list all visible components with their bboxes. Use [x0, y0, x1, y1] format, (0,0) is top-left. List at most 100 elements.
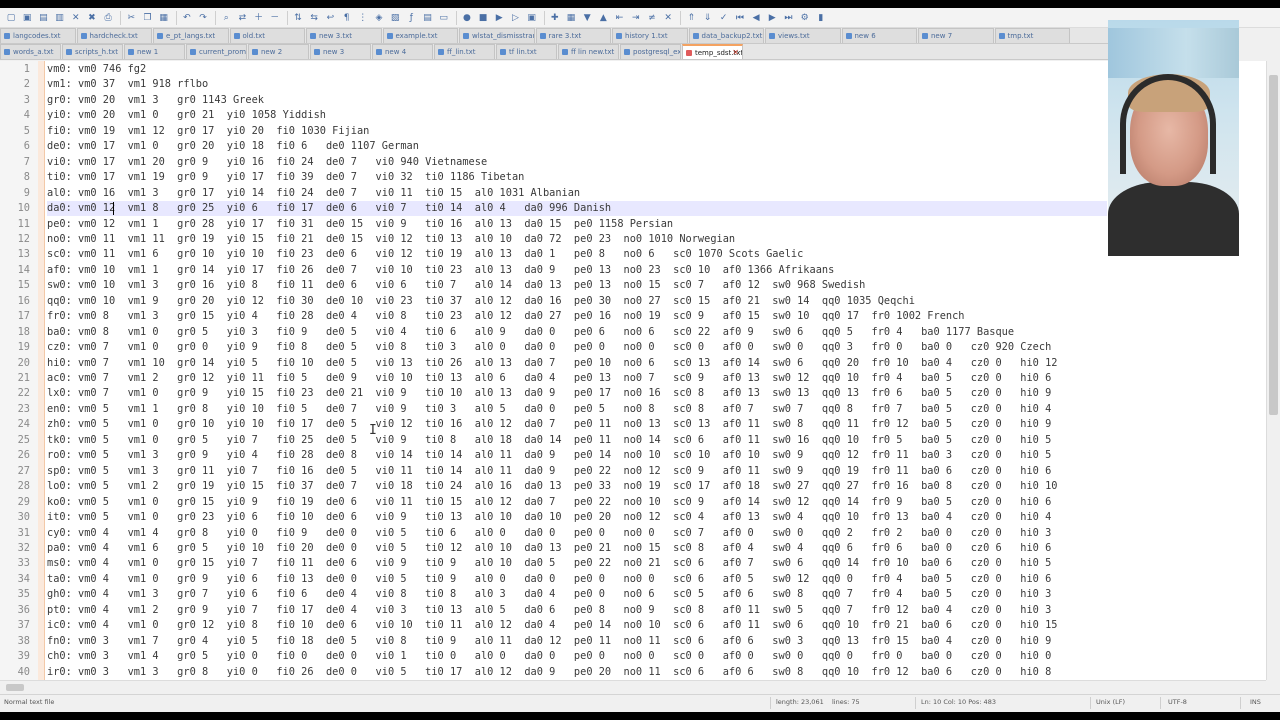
- close-all-icon[interactable]: ✖: [85, 11, 99, 25]
- tab[interactable]: words_a.txt: [0, 44, 61, 59]
- spell-icon[interactable]: ✓: [717, 11, 731, 25]
- settings-icon[interactable]: ⚙: [798, 11, 812, 25]
- move-down-icon[interactable]: ⇓: [701, 11, 715, 25]
- code-line[interactable]: ac0: vm0 7 vm1 2 gr0 12 yi0 11 fi0 5 de0…: [47, 371, 1051, 386]
- code-line[interactable]: zh0: vm0 5 vm1 0 gr0 10 yi0 10 fi0 17 de…: [47, 417, 1051, 432]
- tab[interactable]: new 7: [918, 28, 994, 43]
- code-line[interactable]: gh0: vm0 4 vm1 3 gr0 7 yi0 6 fi0 6 de0 4…: [47, 587, 1051, 602]
- tab[interactable]: tf lin.txt: [496, 44, 557, 59]
- current-code-line[interactable]: da0: vm0 12 vm1 8 gr0 25 yi0 6 fi0 17 de…: [47, 201, 1107, 217]
- tab[interactable]: example.txt: [382, 28, 458, 43]
- code-line[interactable]: ch0: vm0 3 vm1 4 gr0 5 yi0 0 fi0 0 de0 0…: [47, 649, 1051, 664]
- diff-icon[interactable]: ≠: [645, 11, 659, 25]
- tab[interactable]: new 4: [372, 44, 433, 59]
- code-line[interactable]: de0: vm0 17 vm1 0 gr0 20 yi0 18 fi0 6 de…: [47, 139, 419, 154]
- redo-icon[interactable]: ↷: [196, 11, 210, 25]
- tab[interactable]: tmp.txt: [994, 28, 1070, 43]
- code-line[interactable]: tk0: vm0 5 vm1 0 gr0 5 yi0 7 fi0 25 de0 …: [47, 433, 1051, 448]
- cut-icon[interactable]: ✂: [124, 11, 138, 25]
- tab[interactable]: new 6: [841, 28, 917, 43]
- code-line[interactable]: sp0: vm0 5 vm1 3 gr0 11 yi0 7 fi0 16 de0…: [47, 464, 1051, 479]
- sync-horizontal-icon[interactable]: ⇆: [307, 11, 321, 25]
- code-line[interactable]: ro0: vm0 5 vm1 3 gr0 9 yi0 4 fi0 28 de0 …: [47, 448, 1051, 463]
- tab-active[interactable]: temp_sdst.txt ✕: [682, 44, 743, 59]
- monitor-icon[interactable]: ▭: [437, 11, 451, 25]
- close-icon[interactable]: ✕: [69, 11, 83, 25]
- tab[interactable]: rare 3.txt: [535, 28, 611, 43]
- code-line[interactable]: ta0: vm0 4 vm1 0 gr0 9 yi0 6 fi0 13 de0 …: [47, 572, 1051, 587]
- paste-icon[interactable]: ▦: [157, 11, 171, 25]
- code-line[interactable]: qq0: vm0 10 vm1 9 gr0 20 yi0 12 fi0 30 d…: [47, 294, 915, 309]
- code-line[interactable]: vi0: vm0 17 vm1 20 gr0 9 yi0 16 fi0 24 d…: [47, 155, 487, 170]
- tab[interactable]: langcodes.txt: [0, 28, 76, 43]
- code-line[interactable]: ms0: vm0 4 vm1 0 gr0 15 yi0 7 fi0 11 de0…: [47, 556, 1051, 571]
- code-line[interactable]: pa0: vm0 4 vm1 6 gr0 5 yi0 10 fi0 20 de0…: [47, 541, 1051, 556]
- tab[interactable]: new 2: [248, 44, 309, 59]
- code-line[interactable]: vm0: vm0 746 fg2: [47, 62, 146, 77]
- indent-guide-icon[interactable]: ⋮: [356, 11, 370, 25]
- save-icon[interactable]: ▤: [36, 11, 50, 25]
- code-line[interactable]: sc0: vm0 11 vm1 6 gr0 10 yi0 10 fi0 23 d…: [47, 247, 803, 262]
- word-wrap-icon[interactable]: ↩: [323, 11, 337, 25]
- close-tab-icon[interactable]: ✕: [732, 46, 739, 59]
- code-line[interactable]: al0: vm0 16 vm1 3 gr0 17 yi0 14 fi0 24 d…: [47, 186, 580, 201]
- plugin-icon[interactable]: ✚: [548, 11, 562, 25]
- nav-prev-icon[interactable]: ◀: [749, 11, 763, 25]
- code-line[interactable]: af0: vm0 10 vm1 1 gr0 14 yi0 17 fi0 26 d…: [47, 263, 834, 278]
- code-line[interactable]: lx0: vm0 7 vm1 0 gr0 9 yi0 15 fi0 23 de0…: [47, 386, 1051, 401]
- vertical-scrollbar[interactable]: [1266, 61, 1280, 680]
- tab[interactable]: current_prompt.txt: [186, 44, 247, 59]
- code-line[interactable]: sw0: vm0 10 vm1 3 gr0 16 yi0 8 fi0 11 de…: [47, 278, 865, 293]
- code-line[interactable]: hi0: vm0 7 vm1 10 gr0 14 yi0 5 fi0 10 de…: [47, 356, 1057, 371]
- code-line[interactable]: en0: vm0 5 vm1 1 gr0 8 yi0 10 fi0 5 de0 …: [47, 402, 1051, 417]
- text-editor[interactable]: 1 2 3 4 5 6 7 8 9 10 11 12 13 14 15 16 17 18 19 20 21 22 23 24 2…: [0, 61, 1266, 680]
- tab[interactable]: views.txt: [765, 28, 841, 43]
- tab[interactable]: e_pt_langs.txt: [153, 28, 229, 43]
- code-line[interactable]: ko0: vm0 5 vm1 0 gr0 15 yi0 9 fi0 19 de0…: [47, 495, 1051, 510]
- code-line[interactable]: ti0: vm0 17 vm1 19 gr0 9 yi0 17 fi0 39 d…: [47, 170, 524, 185]
- copy-icon[interactable]: ❐: [141, 11, 155, 25]
- tab[interactable]: old.txt: [229, 28, 305, 43]
- udl-icon[interactable]: ◈: [372, 11, 386, 25]
- nav-first-icon[interactable]: ⏮: [733, 11, 747, 25]
- tab[interactable]: new 3.txt: [306, 28, 382, 43]
- tab[interactable]: wlstat_dismisstrand.txt: [459, 28, 535, 43]
- vertical-scrollbar-thumb[interactable]: [1269, 75, 1278, 415]
- code-line[interactable]: ic0: vm0 4 vm1 0 gr0 12 yi0 8 fi0 10 de0…: [47, 618, 1057, 633]
- save-all-icon[interactable]: ▥: [53, 11, 67, 25]
- nav-last-icon[interactable]: ⏭: [781, 11, 795, 25]
- folder-workspace-icon[interactable]: ▤: [421, 11, 435, 25]
- tab[interactable]: scripts_h.txt: [62, 44, 123, 59]
- print-icon[interactable]: ⎙: [101, 11, 115, 25]
- doc-map-icon[interactable]: ▧: [388, 11, 402, 25]
- horizontal-scrollbar-thumb[interactable]: [6, 684, 24, 691]
- compare-first-icon[interactable]: ⇤: [613, 11, 627, 25]
- tab[interactable]: postgresql_example_1.txt: [620, 44, 681, 59]
- clear-compare-icon[interactable]: ✕: [661, 11, 675, 25]
- save-macro-icon[interactable]: ▣: [525, 11, 539, 25]
- code-line[interactable]: no0: vm0 11 vm1 11 gr0 19 yi0 15 fi0 21 …: [47, 232, 735, 247]
- compare-prev-icon[interactable]: ▲: [596, 11, 610, 25]
- tab[interactable]: data_backup2.txt: [688, 28, 764, 43]
- sync-vertical-icon[interactable]: ⇅: [291, 11, 305, 25]
- nav-next-icon[interactable]: ▶: [765, 11, 779, 25]
- function-list-icon[interactable]: ƒ: [404, 11, 418, 25]
- new-file-icon[interactable]: ▢: [4, 11, 18, 25]
- undo-icon[interactable]: ↶: [180, 11, 194, 25]
- code-line[interactable]: fr0: vm0 8 vm1 3 gr0 15 yi0 4 fi0 28 de0…: [47, 309, 965, 324]
- code-line[interactable]: pe0: vm0 12 vm1 1 gr0 28 yi0 17 fi0 31 d…: [47, 217, 673, 232]
- stop-macro-icon[interactable]: ■: [476, 11, 490, 25]
- status-eol[interactable]: Unix (LF): [1096, 698, 1125, 706]
- code-line[interactable]: yi0: vm0 20 vm1 0 gr0 21 yi0 1058 Yiddis…: [47, 108, 326, 123]
- compare-next-icon[interactable]: ▼: [580, 11, 594, 25]
- tab[interactable]: history 1.txt: [612, 28, 688, 43]
- code-line[interactable]: cz0: vm0 7 vm1 0 gr0 0 yi0 9 fi0 8 de0 5…: [47, 340, 1051, 355]
- replace-icon[interactable]: ⇄: [235, 11, 249, 25]
- code-line[interactable]: pt0: vm0 4 vm1 2 gr0 9 yi0 7 fi0 17 de0 …: [47, 603, 1051, 618]
- code-line[interactable]: fn0: vm0 3 vm1 7 gr0 4 yi0 5 fi0 18 de0 …: [47, 634, 1051, 649]
- horizontal-scrollbar[interactable]: [0, 680, 1266, 694]
- tab[interactable]: ff_lin.txt: [434, 44, 495, 59]
- code-line[interactable]: ir0: vm0 3 vm1 3 gr0 8 yi0 0 fi0 26 de0 …: [47, 665, 1051, 680]
- show-all-chars-icon[interactable]: ¶: [340, 11, 354, 25]
- find-icon[interactable]: ⌕: [219, 11, 233, 25]
